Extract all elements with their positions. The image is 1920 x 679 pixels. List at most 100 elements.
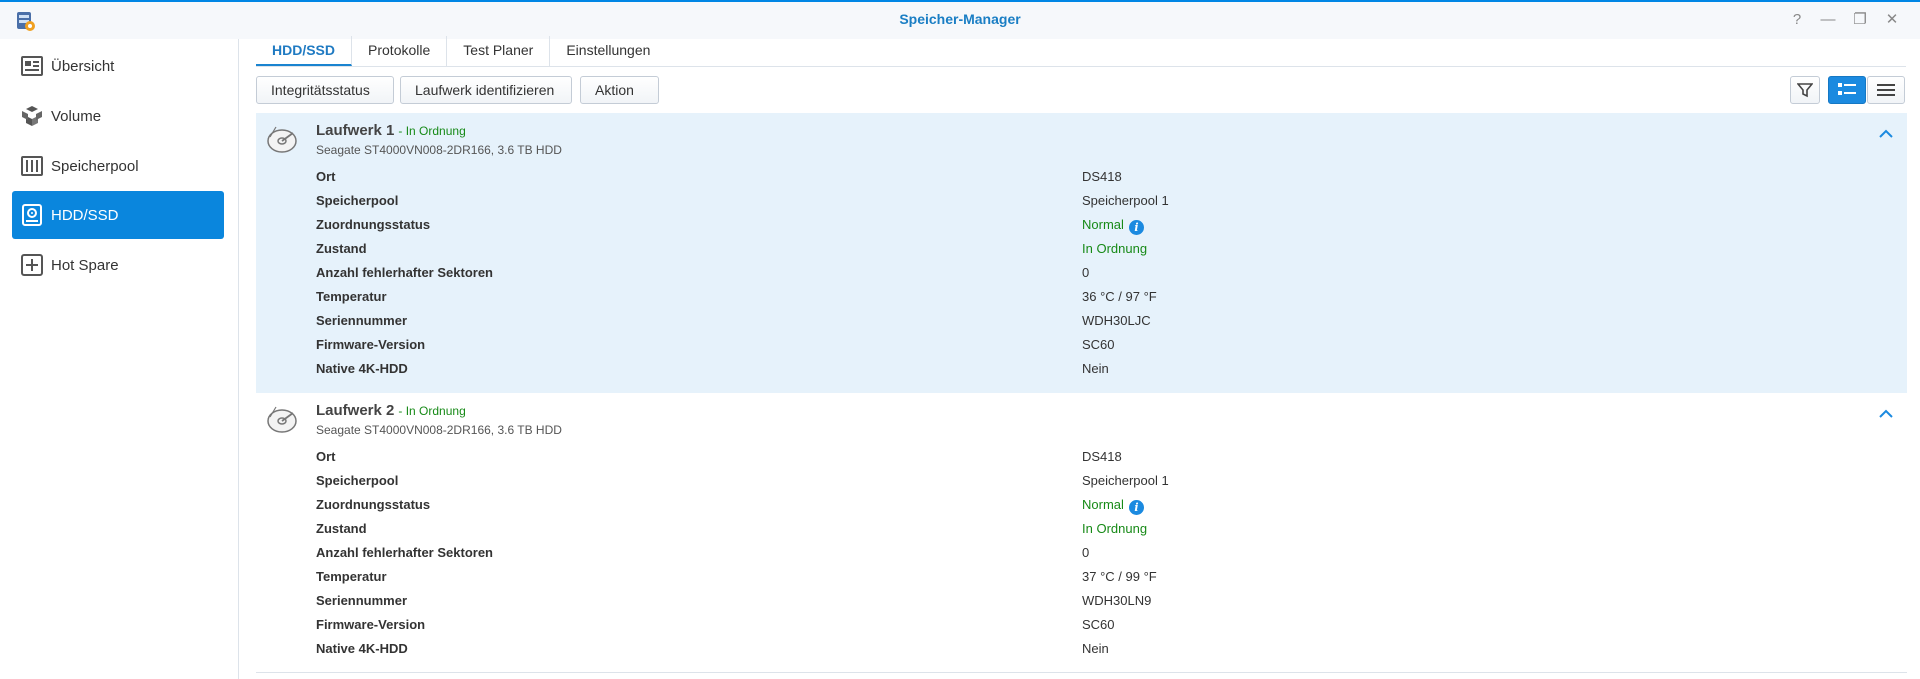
sidebar-item-label: Volume [51,107,102,125]
drive-status: - In Ordnung [398,404,466,418]
detail-row-speicherpool: Speicherpool Speicherpool 1 [256,190,1907,214]
tab-protokolle[interactable]: Protokolle [352,36,448,66]
detail-key: Native 4K-HDD [316,641,408,656]
title-bar: Speicher-Manager ? — ❐ ✕ [0,0,1920,39]
storage-pool-icon [21,155,43,177]
detail-value: Normal i [1082,217,1144,235]
sidebar-item-hdd-ssd[interactable]: HDD/SSD [12,191,224,239]
detail-value: 0 [1082,265,1090,280]
drive-panel-1[interactable]: Laufwerk 1- In Ordnung Seagate ST4000VN0… [256,113,1907,393]
minimize-icon[interactable]: — [1818,10,1838,30]
detail-value-text: Normal [1082,497,1124,512]
detail-value: Speicherpool 1 [1082,193,1169,208]
detail-value: 37 °C / 99 °F [1082,569,1157,584]
drive-name: Laufwerk 2- In Ordnung [316,402,466,419]
detail-value: In Ordnung [1082,241,1148,256]
list-view-button[interactable] [1867,76,1905,104]
detail-value: Speicherpool 1 [1082,473,1169,488]
detail-view-icon [1838,83,1856,95]
filter-icon [1797,83,1813,98]
detail-row-native-4k: Native 4K-HDD Nein [256,358,1907,382]
sidebar-item-overview[interactable]: Übersicht [12,42,224,90]
sidebar-item-label: Speicherpool [51,157,139,175]
detail-value: In Ordnung [1082,521,1148,536]
detail-value: DS418 [1082,449,1122,464]
close-icon[interactable]: ✕ [1882,10,1902,30]
drive-name-text: Laufwerk 1 [316,122,395,139]
detail-row-bad-sectors: Anzahl fehlerhafter Sektoren 0 [256,542,1907,566]
detail-key: Firmware-Version [316,337,426,352]
detail-key: Native 4K-HDD [316,361,408,376]
detail-key: Zuordnungsstatus [316,217,431,232]
drive-name: Laufwerk 1- In Ordnung [316,122,466,139]
detail-view-button[interactable] [1828,76,1866,104]
chevron-up-icon[interactable] [1877,125,1895,143]
detail-row-ort: Ort DS418 [256,166,1907,190]
drive-model: Seagate ST4000VN008-2DR166, 3.6 TB HDD [316,423,562,437]
list-view-icon [1877,84,1895,96]
detail-row-seriennummer: Seriennummer WDH30LJC [256,310,1907,334]
detail-key: Zustand [316,241,367,256]
detail-value: 0 [1082,545,1090,560]
detail-key: Firmware-Version [316,617,426,632]
detail-row-native-4k: Native 4K-HDD Nein [256,638,1907,662]
detail-row-temperatur: Temperatur 37 °C / 99 °F [256,566,1907,590]
detail-key: Zustand [316,521,367,536]
detail-value: SC60 [1082,617,1115,632]
action-dropdown-button[interactable]: Aktion ▾ [580,76,659,124]
help-icon[interactable]: ? [1787,10,1807,30]
detail-row-zuordnungsstatus: Zuordnungsstatus Normal i [256,494,1907,518]
drive-panel-2[interactable]: Laufwerk 2- In Ordnung Seagate ST4000VN0… [256,393,1907,673]
detail-value: Normal i [1082,497,1144,515]
info-icon[interactable]: i [1128,220,1144,235]
detail-key: Seriennummer [316,593,408,608]
hdd-icon [21,204,43,226]
action-label: Aktion [595,82,634,98]
sidebar-item-label: Hot Spare [51,256,119,274]
hot-spare-icon [21,254,43,276]
detail-key: Anzahl fehlerhafter Sektoren [316,545,493,560]
detail-key: Zuordnungsstatus [316,497,431,512]
detail-value: DS418 [1082,169,1122,184]
sidebar: Übersicht Volume Speicherpool HDD/SSD Ho… [0,39,239,679]
sidebar-item-volume[interactable]: Volume [12,92,224,140]
info-icon[interactable]: i [1128,500,1144,515]
detail-value-text: Normal [1082,217,1124,232]
hdd-disk-icon [267,406,297,433]
detail-row-zustand: Zustand In Ordnung [256,238,1907,262]
detail-key: Speicherpool [316,193,399,208]
sidebar-item-storage-pool[interactable]: Speicherpool [12,142,224,190]
sidebar-item-label: HDD/SSD [51,206,119,224]
tab-divider [256,66,1906,67]
detail-value: Nein [1082,361,1109,376]
detail-row-temperatur: Temperatur 36 °C / 97 °F [256,286,1907,310]
detail-row-firmware: Firmware-Version SC60 [256,334,1907,358]
detail-key: Ort [316,169,336,184]
restore-icon[interactable]: ❐ [1850,10,1870,30]
drive-status: - In Ordnung [398,124,466,138]
detail-value: Nein [1082,641,1109,656]
tab-test-planer[interactable]: Test Planer [447,36,551,66]
detail-row-bad-sectors: Anzahl fehlerhafter Sektoren 0 [256,262,1907,286]
integrity-status-button[interactable]: Integritätsstatus [256,76,394,104]
detail-key: Anzahl fehlerhafter Sektoren [316,265,493,280]
detail-row-seriennummer: Seriennummer WDH30LN9 [256,590,1907,614]
volume-icon [21,105,43,127]
sidebar-item-label: Übersicht [51,57,115,75]
detail-key: Ort [316,449,336,464]
detail-key: Seriennummer [316,313,408,328]
tab-bar: HDD/SSD Protokolle Test Planer Einstellu… [256,36,666,66]
chevron-up-icon[interactable] [1877,405,1895,423]
identify-drive-button[interactable]: Laufwerk identifizieren [400,76,572,104]
tab-hdd-ssd[interactable]: HDD/SSD [256,36,353,66]
filter-button[interactable] [1790,76,1820,104]
detail-key: Speicherpool [316,473,399,488]
sidebar-item-hot-spare[interactable]: Hot Spare [12,241,224,289]
overview-icon [21,55,43,77]
drive-name-text: Laufwerk 2 [316,402,395,419]
tab-einstellungen[interactable]: Einstellungen [550,36,666,66]
detail-row-speicherpool: Speicherpool Speicherpool 1 [256,470,1907,494]
detail-value: 36 °C / 97 °F [1082,289,1157,304]
hdd-disk-icon [267,126,297,153]
window-title: Speicher-Manager [899,11,1021,27]
